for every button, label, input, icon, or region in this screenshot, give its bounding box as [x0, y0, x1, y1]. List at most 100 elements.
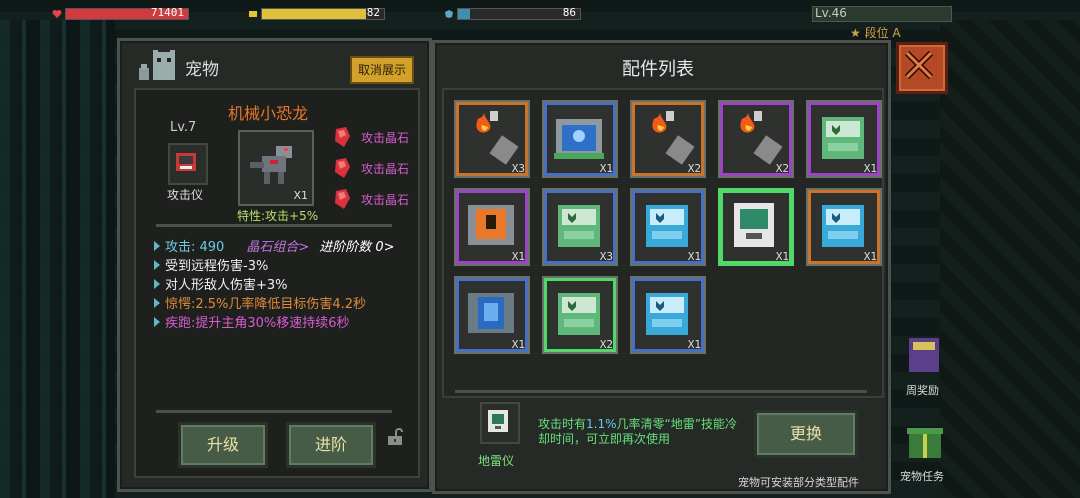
pet-icon [139, 50, 175, 80]
part-count: X1 [863, 250, 877, 263]
energy-bar: 82 [248, 6, 385, 22]
part-slot[interactable]: X1 [454, 276, 530, 354]
part-slot[interactable]: X1 [542, 100, 618, 178]
weekly-reward-label: 周奖励 [906, 384, 939, 397]
fire-capsule-icon [652, 111, 695, 165]
pet-panel-title: 宠物 [185, 60, 219, 80]
attack-device-icon [176, 153, 196, 171]
rank-label: ★ 段位 A [850, 26, 901, 40]
gear-slot[interactable] [168, 143, 208, 185]
gem-slot-3[interactable]: 攻击晶石 [332, 188, 409, 210]
parts-panel-title: 配件列表 [622, 59, 694, 80]
pet-slot[interactable]: X1 [238, 130, 314, 206]
pet-name: 机械小恐龙 [228, 104, 309, 123]
green-card-icon [558, 205, 600, 247]
shield-value: 86 [562, 6, 576, 19]
part-slot[interactable]: X3 [454, 100, 530, 178]
close-icon [904, 50, 934, 80]
part-slot[interactable]: X1 [630, 188, 706, 266]
orange-scanner-icon [468, 205, 514, 245]
divider [455, 390, 867, 393]
part-slot[interactable]: X3 [542, 188, 618, 266]
part-count: X1 [863, 162, 877, 175]
stat-text-3: 惊愕:2.5%几率降低目标伤害4.2秒 [165, 297, 367, 312]
gem-label-3: 攻击晶石 [361, 192, 410, 207]
player-level-bar: Lv.46 [812, 6, 952, 22]
part-count: X1 [511, 338, 525, 351]
weekly-book-icon [909, 338, 939, 372]
mine-device-icon [488, 410, 508, 432]
gear-label: 攻击仪 [167, 188, 204, 202]
triangle-bullet-icon [154, 316, 160, 327]
hp-value: 71401 [150, 6, 184, 19]
part-slot[interactable]: X1 [806, 188, 882, 266]
part-count: X2 [687, 162, 701, 175]
part-count: X1 [687, 250, 701, 263]
stat-row-4: 疾跑:提升主角30%移速持续6秒 [154, 312, 350, 331]
part-slot[interactable]: X2 [542, 276, 618, 354]
background-right-scenery [940, 20, 1080, 498]
stat-row-3: 惊愕:2.5%几率降低目标伤害4.2秒 [154, 293, 366, 312]
stat-row-2: 对人形敌人伤害+3% [154, 274, 288, 293]
blue-card-icon [822, 205, 864, 247]
stat-attack-row: 攻击: 490 晶石组合> 进阶阶数 0> [154, 236, 395, 255]
part-slot[interactable]: X1 [718, 188, 794, 266]
part-slot[interactable]: X2 [630, 100, 706, 178]
triangle-bullet-icon [154, 278, 160, 289]
part-count: X1 [511, 250, 525, 263]
gem-slot-2[interactable]: 攻击晶石 [332, 157, 409, 179]
energy-icon [249, 11, 257, 17]
part-slot[interactable]: X1 [454, 188, 530, 266]
pet-count: X1 [293, 189, 308, 202]
gift-box-icon [907, 428, 943, 458]
part-count: X1 [775, 250, 789, 263]
selected-part-description: 攻击时有1.1%几率清零“地雷”技能冷却时间，可立即再次使用 [538, 417, 737, 446]
part-slot[interactable]: X2 [718, 100, 794, 178]
part-count: X1 [687, 338, 701, 351]
pet-task-button[interactable] [905, 420, 949, 460]
energy-value: 82 [366, 6, 380, 19]
selected-part-slot[interactable] [480, 402, 520, 444]
close-button[interactable] [896, 42, 948, 94]
part-slot[interactable]: X1 [806, 100, 882, 178]
divider [156, 224, 392, 227]
red-gem-icon [335, 189, 350, 209]
weekly-reward-button[interactable] [905, 336, 949, 376]
advance-button[interactable]: 进阶 [286, 422, 376, 468]
stat-row-1: 受到远程伤害-3% [154, 255, 268, 274]
part-count: X2 [775, 162, 789, 175]
swap-button[interactable]: 更换 [754, 410, 858, 458]
stat-text-1: 受到远程伤害-3% [165, 259, 269, 274]
gem-combo-link[interactable]: 晶石组合> [246, 236, 309, 255]
shield-icon [445, 10, 453, 18]
gem-label-2: 攻击晶石 [361, 161, 410, 176]
red-gem-icon [335, 127, 350, 147]
blue-card-icon [646, 205, 688, 247]
pet-trait: 特性:攻击+5% [237, 209, 319, 223]
blue-monitor-icon [554, 119, 604, 159]
hp-bar: 71401 [52, 6, 189, 22]
triangle-bullet-icon [154, 240, 160, 251]
part-count: X2 [599, 338, 613, 351]
unlock-icon[interactable] [386, 428, 404, 446]
fire-capsule-icon [476, 111, 519, 165]
advance-level-link[interactable]: 进阶阶数 0> [319, 236, 394, 255]
part-count: X3 [599, 250, 613, 263]
stat-attack: 攻击: 490 [165, 240, 225, 255]
selected-part-name: 地雷仪 [478, 454, 515, 468]
triangle-bullet-icon [154, 297, 160, 308]
stat-text-2: 对人形敌人伤害+3% [165, 278, 288, 293]
cancel-display-button[interactable]: 取消展示 [350, 56, 414, 84]
fire-capsule-icon [740, 111, 783, 165]
parts-grid: X3 X1 X2 X2 X1 X1 X3 X1 X1 X1 X1 X2 X1 [442, 88, 884, 398]
blue-card-icon [646, 293, 688, 335]
background-left-scenery [0, 20, 115, 498]
green-card-icon [822, 117, 864, 159]
white-scanner-icon [734, 203, 774, 247]
player-level: Lv.46 [815, 6, 847, 20]
part-count: X1 [599, 162, 613, 175]
gem-slot-1[interactable]: 攻击晶石 [332, 126, 409, 148]
part-slot[interactable]: X1 [630, 276, 706, 354]
footnote: 宠物可安装部分类型配件 [738, 476, 859, 489]
upgrade-button[interactable]: 升级 [178, 422, 268, 468]
